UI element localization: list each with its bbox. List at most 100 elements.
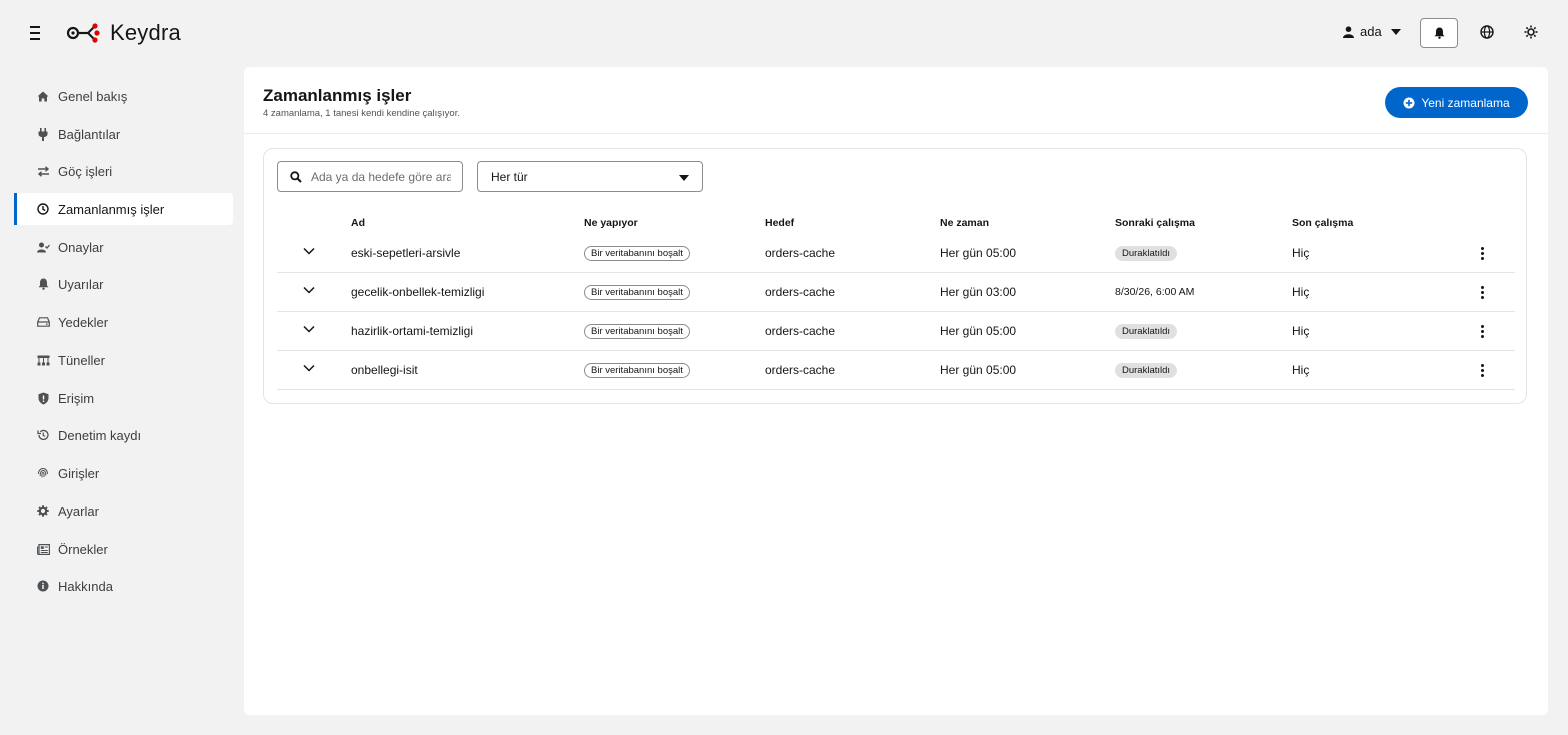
bell-icon xyxy=(36,277,50,291)
history-icon xyxy=(36,428,50,442)
shield-icon xyxy=(36,391,50,405)
when-cell: Her gün 05:00 xyxy=(940,324,1017,338)
target-cell: orders-cache xyxy=(765,363,836,377)
chevron-down-icon xyxy=(679,175,689,181)
sidebar-item-connections[interactable]: Bağlantılar xyxy=(14,118,233,150)
action-badge: Bir veritabanını boşalt xyxy=(584,284,690,300)
top-bar: Keydra ada xyxy=(0,0,1568,67)
schedule-name: gecelik-onbellek-temizligi xyxy=(351,285,485,299)
page-title: Zamanlanmış işler xyxy=(263,86,412,105)
schedule-name: hazirlik-ortami-temizligi xyxy=(351,324,474,338)
column-header-target[interactable]: Hedef xyxy=(765,217,794,229)
user-menu[interactable]: ada xyxy=(1343,24,1401,39)
status-badge: Duraklatıldı xyxy=(1115,323,1178,339)
bell-icon xyxy=(1434,27,1444,39)
notifications-button[interactable] xyxy=(1420,18,1458,48)
kebab-menu-icon[interactable] xyxy=(1477,364,1487,379)
sidebar-item-label: Yedekler xyxy=(58,314,109,330)
sun-icon xyxy=(1524,25,1538,39)
chevron-down-icon[interactable] xyxy=(303,283,315,297)
schedule-name: onbellegi-isit xyxy=(351,363,418,377)
sidebar-item-audit-log[interactable]: Denetim kaydı xyxy=(14,419,233,451)
column-header-name[interactable]: Ad xyxy=(351,217,365,229)
language-button[interactable] xyxy=(1480,25,1494,44)
table-row: gecelik-onbellek-temizligi Bir veritaban… xyxy=(277,273,1515,312)
next-run-cell: 8/30/26, 6:00 AM xyxy=(1115,286,1195,298)
sidebar-item-logins[interactable]: Girişler xyxy=(14,457,233,489)
action-badge: Bir veritabanını boşalt xyxy=(584,362,690,378)
plug-icon xyxy=(36,127,50,141)
network-icon xyxy=(36,353,50,367)
page-subtitle: 4 zamanlama, 1 tanesi kendi kendine çalı… xyxy=(263,108,460,119)
chevron-down-icon[interactable] xyxy=(303,244,315,258)
plus-circle-icon xyxy=(1403,97,1415,108)
fingerprint-icon xyxy=(36,466,50,480)
search-icon xyxy=(290,170,302,183)
type-filter-select[interactable]: Her tür xyxy=(477,161,703,192)
last-run-cell: Hiç xyxy=(1292,324,1310,338)
sidebar-item-examples[interactable]: Örnekler xyxy=(14,533,233,565)
sidebar-item-alerts[interactable]: Uyarılar xyxy=(14,268,233,300)
sidebar-item-backups[interactable]: Yedekler xyxy=(14,306,233,338)
target-cell: orders-cache xyxy=(765,246,836,260)
sidebar-item-label: Göç işleri xyxy=(58,163,113,179)
sidebar-item-settings[interactable]: Ayarlar xyxy=(14,495,233,527)
schedules-card: Her tür Ad Ne yapıyor Hedef Ne zaman Son… xyxy=(263,148,1527,404)
column-header-next-run[interactable]: Sonraki çalışma xyxy=(1115,217,1195,229)
type-filter-value: Her tür xyxy=(491,169,528,184)
target-cell: orders-cache xyxy=(765,324,836,338)
when-cell: Her gün 05:00 xyxy=(940,363,1017,377)
gear-icon xyxy=(36,504,50,518)
sidebar-item-label: Erişim xyxy=(58,390,95,406)
sidebar-item-access[interactable]: Erişim xyxy=(14,382,233,414)
brand[interactable]: Keydra xyxy=(66,18,181,48)
table-row: hazirlik-ortami-temizligi Bir veritabanı… xyxy=(277,312,1515,351)
globe-icon xyxy=(1480,25,1494,39)
kebab-menu-icon[interactable] xyxy=(1477,286,1487,301)
sidebar-item-label: Onaylar xyxy=(58,239,104,255)
theme-settings-button[interactable] xyxy=(1524,25,1538,44)
new-schedule-button[interactable]: Yeni zamanlama xyxy=(1385,87,1528,118)
chevron-down-icon xyxy=(1390,28,1401,35)
chevron-down-icon[interactable] xyxy=(303,361,315,375)
column-header-when[interactable]: Ne zaman xyxy=(940,217,989,229)
sidebar-item-scheduled-jobs[interactable]: Zamanlanmış işler xyxy=(14,193,233,225)
chevron-down-icon[interactable] xyxy=(303,322,315,336)
sidebar-item-label: Genel bakış xyxy=(58,88,128,104)
search-input[interactable] xyxy=(309,168,453,185)
sidebar-item-migrations[interactable]: Göç işleri xyxy=(14,155,233,187)
target-cell: orders-cache xyxy=(765,285,836,299)
sidebar-item-label: Zamanlanmış işler xyxy=(58,201,165,217)
column-header-last-run[interactable]: Son çalışma xyxy=(1292,217,1353,229)
sidebar-item-label: Ayarlar xyxy=(58,503,99,519)
when-cell: Her gün 05:00 xyxy=(940,246,1017,260)
status-badge: Duraklatıldı xyxy=(1115,245,1178,261)
keydra-logo-icon xyxy=(66,23,100,43)
schedule-name: eski-sepetleri-arsivle xyxy=(351,246,461,260)
action-badge: Bir veritabanını boşalt xyxy=(584,245,690,261)
column-header-action[interactable]: Ne yapıyor xyxy=(584,217,638,229)
last-run-cell: Hiç xyxy=(1292,363,1310,377)
table-row: eski-sepetleri-arsivle Bir veritabanını … xyxy=(277,234,1515,273)
sidebar-item-approvals[interactable]: Onaylar xyxy=(14,231,233,263)
action-badge: Bir veritabanını boşalt xyxy=(584,323,690,339)
sidebar-item-label: Tüneller xyxy=(58,352,105,368)
kebab-menu-icon[interactable] xyxy=(1477,325,1487,340)
status-badge: Duraklatıldı xyxy=(1115,362,1178,378)
table-row: onbellegi-isit Bir veritabanını boşalt o… xyxy=(277,351,1515,390)
main-panel: Zamanlanmış işler 4 zamanlama, 1 tanesi … xyxy=(244,67,1548,715)
sidebar-item-about[interactable]: Hakkında xyxy=(14,570,233,602)
sidebar-item-label: Girişler xyxy=(58,465,100,481)
sidebar-item-tunnels[interactable]: Tüneller xyxy=(14,344,233,376)
user-check-icon xyxy=(36,240,50,254)
home-icon xyxy=(36,89,50,103)
new-schedule-label: Yeni zamanlama xyxy=(1421,95,1510,110)
sidebar-item-label: Örnekler xyxy=(58,541,108,557)
kebab-menu-icon[interactable] xyxy=(1477,247,1487,262)
sidebar-item-overview[interactable]: Genel bakış xyxy=(14,80,233,112)
sidebar-item-label: Denetim kaydı xyxy=(58,427,142,443)
arrows-exchange-icon xyxy=(36,164,50,178)
search-box[interactable] xyxy=(277,161,463,192)
hamburger-menu-icon[interactable] xyxy=(28,22,44,44)
sidebar-item-label: Bağlantılar xyxy=(58,126,121,142)
